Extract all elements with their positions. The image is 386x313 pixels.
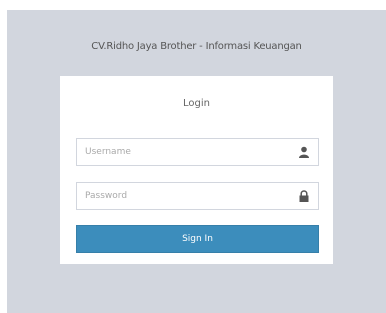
login-title: Login xyxy=(183,98,210,109)
app-title: CV.Ridho Jaya Brother - Informasi Keuang… xyxy=(91,41,302,52)
lock-icon xyxy=(299,190,309,202)
password-input[interactable] xyxy=(77,183,295,209)
user-icon xyxy=(299,146,309,158)
password-field[interactable] xyxy=(76,182,319,210)
username-field[interactable] xyxy=(76,138,319,166)
sign-in-button[interactable]: Sign In xyxy=(76,225,319,253)
username-input[interactable] xyxy=(77,139,295,165)
login-box: Login Sign In xyxy=(60,76,333,264)
login-page: CV.Ridho Jaya Brother - Informasi Keuang… xyxy=(7,10,386,313)
